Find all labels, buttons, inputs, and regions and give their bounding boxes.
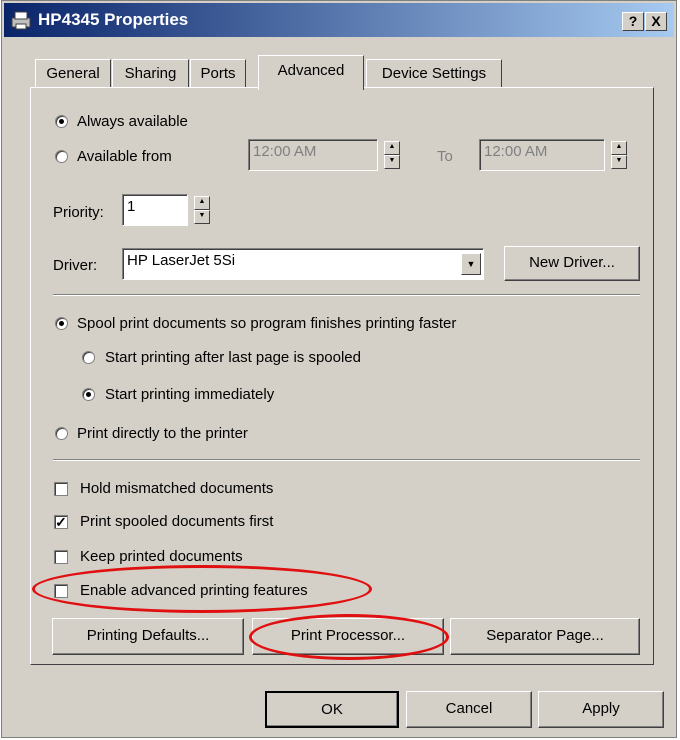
from-time-spinner[interactable]: ▲ ▼ xyxy=(384,141,400,169)
title-bar[interactable]: HP4345 Properties ? X xyxy=(4,3,674,37)
available-from-radio[interactable] xyxy=(55,150,68,163)
to-time-field[interactable]: 12:00 AM xyxy=(479,139,605,171)
print-spooled-first-label: Print spooled documents first xyxy=(80,513,274,530)
always-available-label: Always available xyxy=(77,113,188,130)
start-immediately-label: Start printing immediately xyxy=(105,386,275,403)
to-time-spinner[interactable]: ▲ ▼ xyxy=(611,141,627,169)
hold-mismatched-label: Hold mismatched documents xyxy=(80,480,274,497)
from-time-field[interactable]: 12:00 AM xyxy=(248,139,378,171)
print-spooled-first-checkbox[interactable]: ✓ xyxy=(54,515,68,529)
spool-label: Spool print documents so program finishe… xyxy=(77,315,457,332)
to-label: To xyxy=(437,148,453,165)
print-direct-label: Print directly to the printer xyxy=(77,425,248,442)
hold-mismatched-checkbox[interactable] xyxy=(54,482,68,496)
cancel-button[interactable]: Cancel xyxy=(406,691,532,728)
printing-defaults-button[interactable]: Printing Defaults... xyxy=(52,618,244,655)
keep-printed-checkbox[interactable] xyxy=(54,550,68,564)
tab-general[interactable]: General xyxy=(35,59,111,87)
keep-printed-label: Keep printed documents xyxy=(80,548,243,565)
priority-field[interactable]: 1 xyxy=(122,194,188,226)
driver-select[interactable]: HP LaserJet 5Si xyxy=(122,248,484,280)
properties-dialog: HP4345 Properties ? X General Sharing Po… xyxy=(1,0,677,738)
new-driver-button[interactable]: New Driver... xyxy=(504,246,640,281)
tab-device-settings[interactable]: Device Settings xyxy=(366,59,502,87)
tab-ports[interactable]: Ports xyxy=(190,59,246,87)
printer-icon xyxy=(11,11,31,30)
highlight-annotation xyxy=(32,565,372,613)
close-button[interactable]: X xyxy=(645,12,667,31)
priority-label: Priority: xyxy=(53,204,104,221)
print-direct-radio[interactable] xyxy=(55,427,68,440)
priority-spinner[interactable]: ▲ ▼ xyxy=(194,196,210,224)
highlight-annotation xyxy=(249,614,449,660)
start-immediately-radio[interactable] xyxy=(82,388,95,401)
start-after-last-radio[interactable] xyxy=(82,351,95,364)
help-button[interactable]: ? xyxy=(622,12,644,31)
apply-button[interactable]: Apply xyxy=(538,691,664,728)
driver-label: Driver: xyxy=(53,257,98,274)
available-from-label: Available from xyxy=(77,148,172,165)
ok-button[interactable]: OK xyxy=(265,691,399,728)
separator xyxy=(53,459,640,461)
tab-advanced[interactable]: Advanced xyxy=(258,55,364,90)
chevron-down-icon[interactable]: ▼ xyxy=(461,253,481,275)
always-available-radio[interactable] xyxy=(55,115,68,128)
start-after-last-label: Start printing after last page is spoole… xyxy=(105,349,361,366)
window-title: HP4345 Properties xyxy=(38,10,189,29)
tab-strip: General Sharing Ports Advanced Device Se… xyxy=(2,55,676,90)
tab-sharing[interactable]: Sharing xyxy=(112,59,189,87)
separator-page-button[interactable]: Separator Page... xyxy=(450,618,640,655)
spool-radio[interactable] xyxy=(55,317,68,330)
separator xyxy=(53,294,640,296)
